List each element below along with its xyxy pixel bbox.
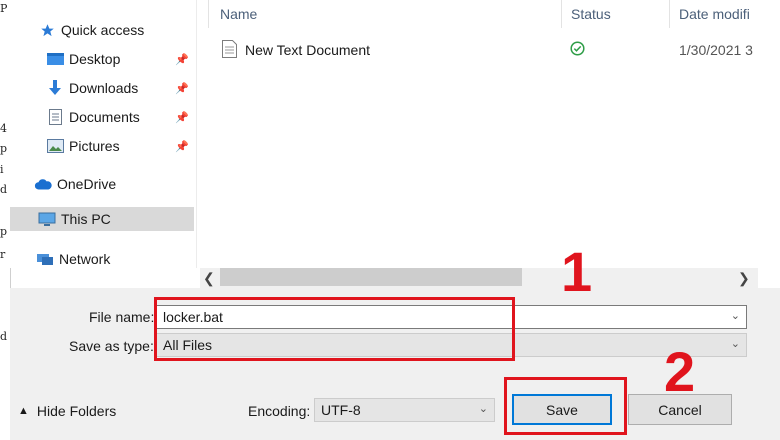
filename-label: File name: [89,309,155,325]
bg-text-fragment: d [0,183,8,196]
star-icon [38,22,56,38]
bg-text-fragment: d [0,330,8,343]
bg-text-fragment: p [0,225,8,238]
pin-icon[interactable]: 📌 [175,53,189,66]
column-header-status[interactable]: Status [571,6,611,22]
scrollbar-thumb[interactable] [220,268,522,286]
nav-label: OneDrive [57,176,117,192]
column-header-date[interactable]: Date modifi [679,6,750,22]
encoding-value: UTF-8 [321,402,361,418]
nav-label: Network [59,251,111,267]
chevron-down-icon[interactable]: ⌄ [731,337,740,350]
cancel-button-label: Cancel [658,401,702,418]
encoding-label: Encoding: [248,403,311,419]
nav-item-quick-access[interactable]: Quick access [10,18,204,42]
nav-label: Quick access [61,22,145,38]
column-separator [208,0,209,28]
annotation-step-2: 2 [664,340,696,403]
chevron-up-icon: ▲ [18,405,29,417]
annotation-step-1: 1 [561,240,593,303]
annotation-box-save [504,377,627,435]
file-date: 1/30/2021 3 [679,42,753,58]
pin-icon[interactable]: 📌 [175,140,189,153]
pin-icon[interactable]: 📌 [175,82,189,95]
pictures-icon [46,138,64,154]
nav-item-this-pc[interactable]: This PC [10,207,194,231]
desktop-folder-icon [46,51,64,67]
documents-icon [46,109,64,125]
nav-label: This PC [61,211,111,227]
pin-icon[interactable]: 📌 [175,111,189,124]
column-separator[interactable] [669,0,670,28]
chevron-down-icon[interactable]: ⌄ [479,402,488,415]
file-name: New Text Document [245,42,371,58]
scroll-right-arrow-icon[interactable]: ❯ [738,270,750,287]
nav-label: Documents [69,109,140,125]
encoding-select[interactable]: UTF-8 ⌄ [314,398,495,422]
bg-text-fragment: r [0,248,6,261]
column-separator[interactable] [561,0,562,28]
download-arrow-icon [46,80,64,96]
bg-text-fragment: i [0,163,4,176]
column-header-name[interactable]: Name [220,6,257,22]
sync-status-check-icon [570,41,585,61]
bg-text-fragment: P [0,2,8,15]
save-as-type-label: Save as type: [69,338,154,354]
bg-text-fragment: p [0,142,8,155]
nav-label: Downloads [69,80,139,96]
background-window-edge [0,0,10,440]
network-icon [36,251,54,267]
annotation-box-filename [154,297,515,361]
nav-item-network[interactable]: Network [10,247,204,271]
text-file-icon [222,40,237,63]
nav-label: Desktop [69,51,121,67]
scroll-left-arrow-icon[interactable]: ❮ [203,270,215,287]
hide-folders-label: Hide Folders [36,403,117,419]
bg-text-fragment: 4 [0,122,7,135]
computer-icon [38,211,56,227]
chevron-down-icon[interactable]: ⌄ [731,309,740,322]
nav-label: Pictures [69,138,120,154]
nav-item-onedrive[interactable]: OneDrive [10,172,204,196]
cloud-icon [34,176,52,192]
hide-folders-button[interactable]: ▲ Hide Folders [18,403,116,419]
